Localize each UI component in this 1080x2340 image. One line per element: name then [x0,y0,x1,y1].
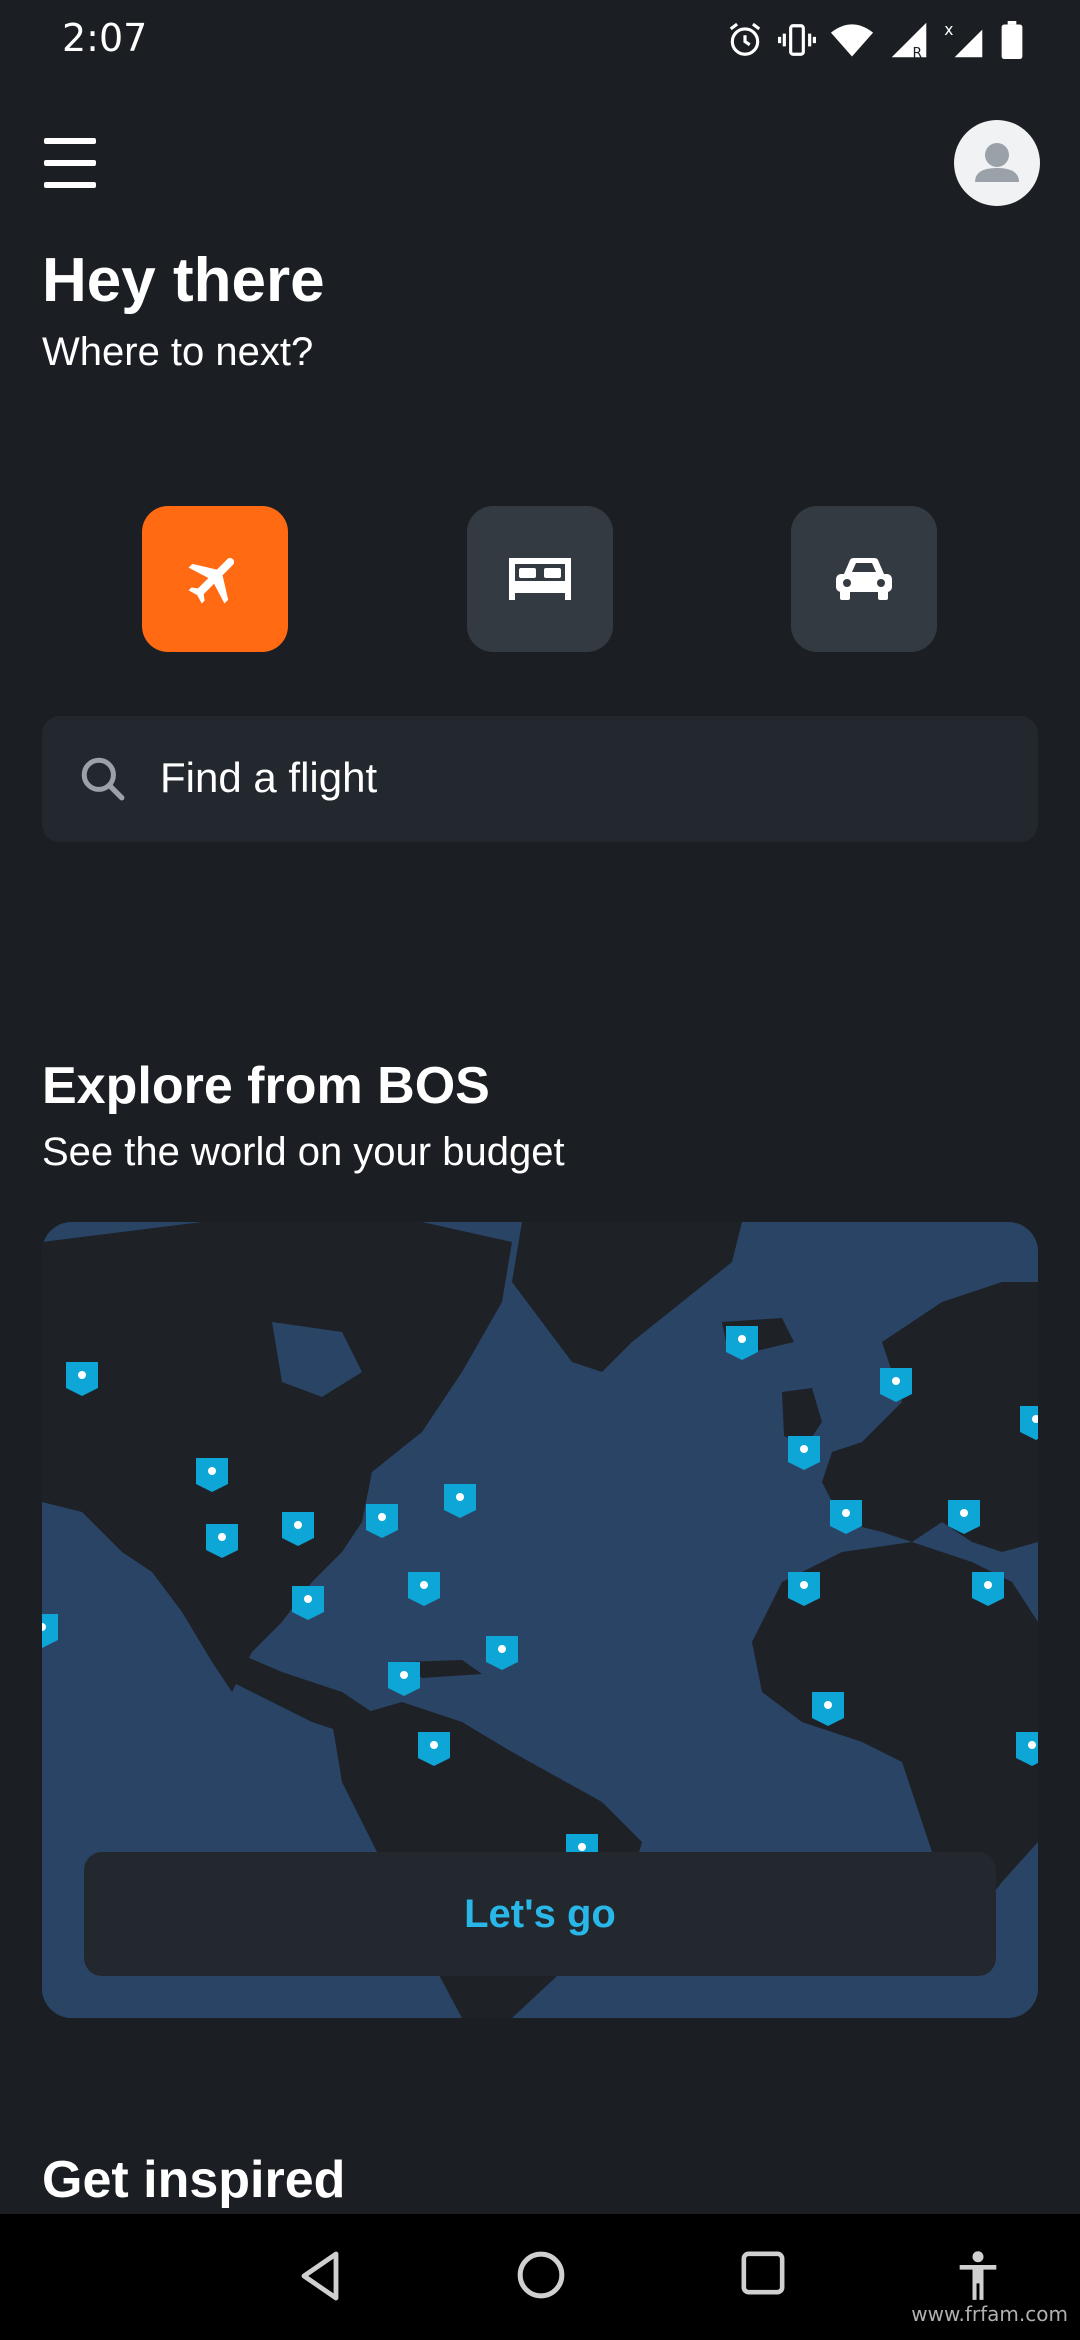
home-icon[interactable] [516,2250,566,2300]
watermark: www.frfam.com [911,2302,1068,2326]
svg-text:R: R [912,45,922,59]
hotels-mode-button[interactable] [467,506,613,652]
back-icon[interactable] [296,2250,344,2302]
vibrate-icon [778,24,816,56]
battery-icon [1001,21,1023,59]
system-nav-bar: www.frfam.com [0,2214,1080,2340]
status-icons: R x [726,20,1024,60]
explore-subtitle: See the world on your budget [42,1130,565,1174]
menu-icon-line [44,138,96,144]
airplane-icon [188,558,235,604]
alarm-icon [729,22,761,56]
car-icon [836,558,892,600]
person-icon [975,143,1019,182]
greeting-subtitle: Where to next? [42,330,314,374]
explore-title: Explore from BOS [42,1057,490,1115]
search-placeholder: Find a flight [160,754,378,801]
recents-icon[interactable] [740,2250,786,2296]
menu-button[interactable] [44,138,100,188]
lets-go-label: Let's go [464,1891,616,1936]
wifi-icon [830,24,874,57]
profile-avatar[interactable] [954,120,1040,206]
flight-search-input[interactable]: Find a flight [42,716,1038,842]
menu-icon-line [44,160,96,166]
svg-text:x: x [944,21,953,39]
accessibility-icon[interactable] [956,2250,1000,2302]
bed-icon [509,558,571,600]
signal-noservice-icon: x [944,21,983,58]
get-inspired-title: Get inspired [42,2151,346,2209]
signal-roaming-icon: R [891,22,927,59]
menu-icon-line [44,182,96,188]
status-bar: 2:07 R x [0,0,1080,80]
status-time: 2:07 [62,16,148,60]
search-icon [81,757,125,801]
greeting-title: Hey there [42,246,325,315]
cars-mode-button[interactable] [791,506,937,652]
lets-go-button[interactable]: Let's go [84,1852,996,1976]
flights-mode-button[interactable] [142,506,288,652]
